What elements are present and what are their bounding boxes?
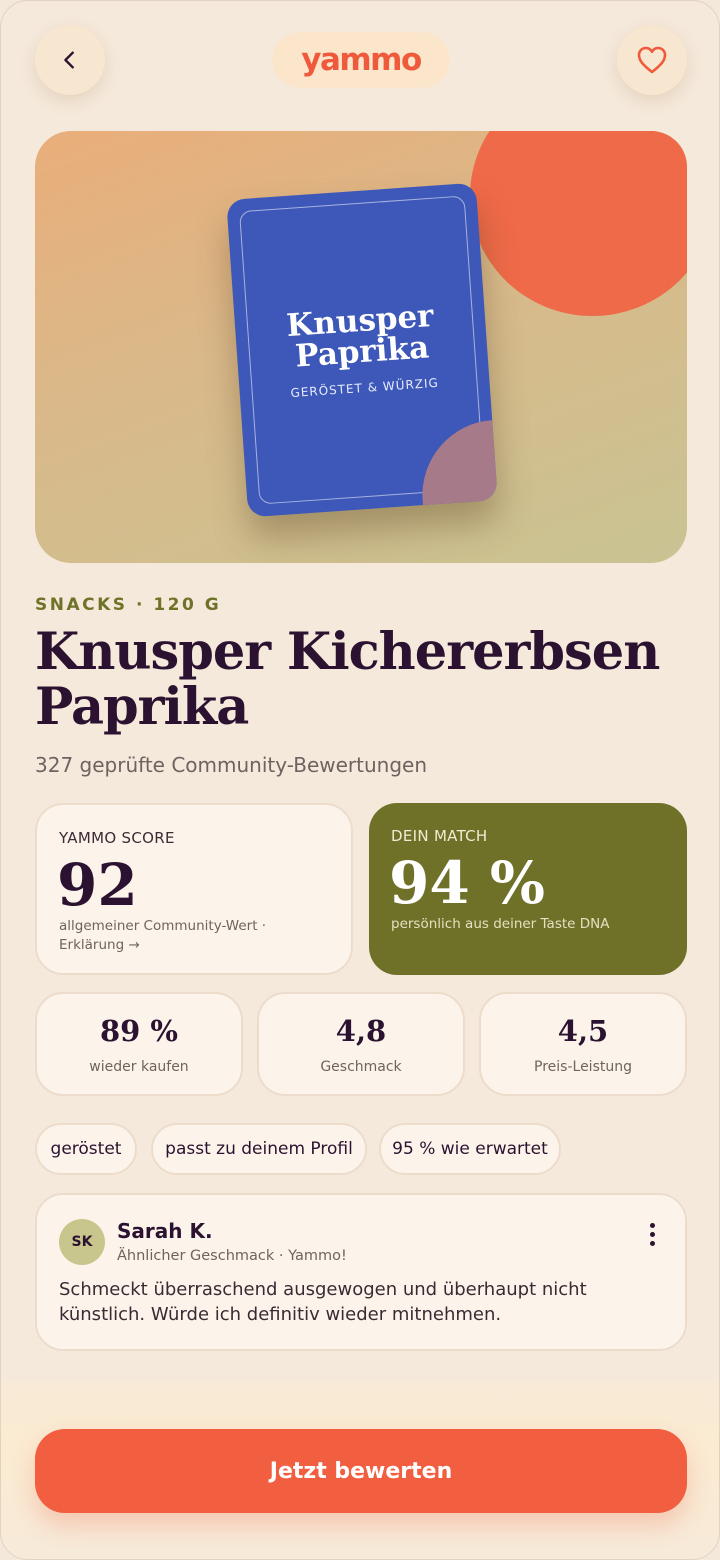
back-button[interactable]	[35, 25, 105, 95]
more-options-icon[interactable]	[647, 1223, 657, 1249]
stat-value: 4,8	[335, 1014, 387, 1048]
stat-value-for-money: 4,5 Preis-Leistung	[479, 992, 687, 1096]
score-note: allgemeiner Community-Wert · Erklärung →	[59, 918, 267, 953]
favorite-button[interactable]	[617, 25, 687, 95]
product-meta: SNACKS · 120 G	[35, 595, 222, 615]
stat-value: 89 %	[99, 1014, 178, 1048]
tag-chip[interactable]: 95 % wie erwartet	[379, 1123, 561, 1175]
review-count: 327 geprüfte Community-Bewertungen	[35, 753, 428, 777]
tag-chip[interactable]: passt zu deinem Profil	[151, 1123, 367, 1175]
rate-now-button[interactable]: Jetzt bewerten	[35, 1429, 687, 1513]
app-screen: yammo Knusper Paprika GERÖSTET & WÜRZIG …	[0, 0, 720, 1560]
decorative-orb	[470, 131, 687, 316]
match-label: DEIN MATCH	[391, 827, 488, 845]
product-hero-image: Knusper Paprika GERÖSTET & WÜRZIG	[35, 131, 687, 563]
product-package: Knusper Paprika GERÖSTET & WÜRZIG	[226, 182, 498, 518]
match-card[interactable]: DEIN MATCH 94 % persönlich aus deiner Ta…	[369, 803, 687, 975]
heart-icon	[637, 46, 667, 74]
review-card: SK Sarah K. Ähnlicher Geschmack · Yammo!…	[35, 1193, 687, 1351]
brand-logo: yammo	[272, 32, 450, 88]
product-title: Knusper Kichererbsen Paprika	[35, 622, 660, 737]
score-value: 92	[57, 851, 138, 919]
match-note: persönlich aus deiner Taste DNA	[391, 916, 610, 932]
stat-taste: 4,8 Geschmack	[257, 992, 465, 1096]
yammo-score-card[interactable]: YAMMO SCORE 92 allgemeiner Community-Wer…	[35, 803, 353, 975]
avatar: SK	[59, 1219, 105, 1265]
stat-label: wieder kaufen	[89, 1059, 189, 1075]
reviewer-name: Sarah K.	[117, 1219, 213, 1243]
stat-label: Preis-Leistung	[534, 1059, 632, 1075]
match-value: 94 %	[389, 849, 546, 917]
stat-repurchase: 89 % wieder kaufen	[35, 992, 243, 1096]
chevron-left-icon	[64, 51, 74, 69]
tag-chip[interactable]: geröstet	[35, 1123, 137, 1175]
stat-label: Geschmack	[320, 1059, 402, 1075]
score-label: YAMMO SCORE	[59, 829, 175, 847]
reviewer-subtitle: Ähnlicher Geschmack · Yammo!	[117, 1248, 347, 1264]
review-text: Schmeckt überraschend ausgewogen und übe…	[59, 1279, 587, 1325]
stat-value: 4,5	[557, 1014, 609, 1048]
